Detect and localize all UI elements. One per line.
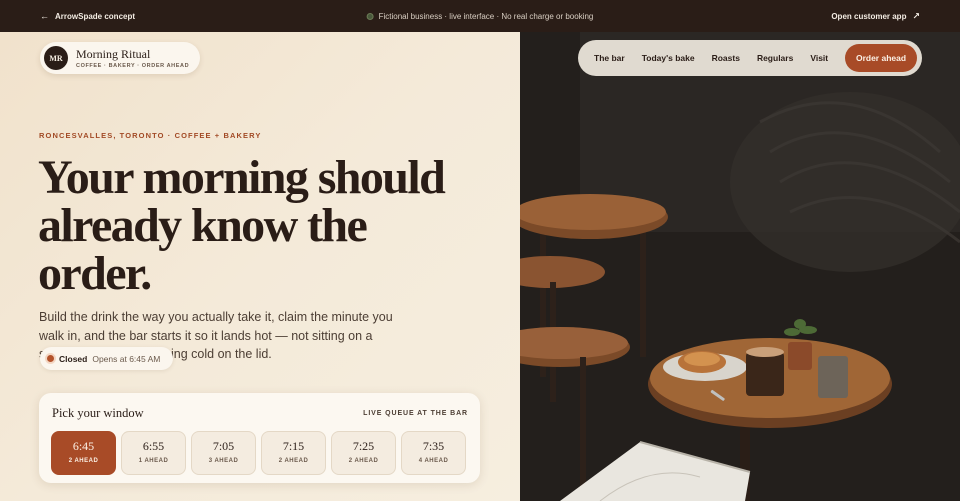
live-dot-icon xyxy=(366,12,374,20)
brand-logo[interactable]: MR Morning Ritual COFFEE · BAKERY · ORDE… xyxy=(40,42,200,74)
time-slot[interactable]: 6:55 1 AHEAD xyxy=(121,431,186,475)
slot-ahead: 1 AHEAD xyxy=(138,458,169,464)
live-queue-label: LIVE QUEUE AT THE BAR xyxy=(363,410,468,417)
nav-item-the-bar[interactable]: The bar xyxy=(594,53,625,63)
slot-time: 7:25 xyxy=(352,439,375,453)
slot-ahead: 2 AHEAD xyxy=(278,458,309,464)
open-app-label: Open customer app xyxy=(831,11,907,21)
open-status-badge: Closed Opens at 6:45 AM xyxy=(40,347,173,370)
nav-item-visit[interactable]: Visit xyxy=(810,53,828,63)
demo-notice-text: Fictional business · live interface · No… xyxy=(378,11,594,21)
slot-time: 7:15 xyxy=(282,439,305,453)
slot-time: 6:55 xyxy=(142,439,165,453)
brand-monogram: MR xyxy=(44,46,68,70)
time-slot[interactable]: 7:35 4 AHEAD xyxy=(401,431,466,475)
headline-line-2: already know the xyxy=(38,199,368,252)
headline-line-3: order. xyxy=(38,247,152,300)
status-opens: Opens at 6:45 AM xyxy=(92,353,161,364)
time-slot[interactable]: 7:25 2 AHEAD xyxy=(331,431,396,475)
time-slot[interactable]: 7:05 3 AHEAD xyxy=(191,431,256,475)
order-ahead-button[interactable]: Order ahead xyxy=(845,44,917,72)
cafe-photo-illustration xyxy=(520,32,960,501)
main-nav: The bar Today's bake Roasts Regulars Vis… xyxy=(578,40,922,76)
slot-ahead: 2 AHEAD xyxy=(68,458,99,464)
back-link-label: ArrowSpade concept xyxy=(55,11,136,21)
brand-name: Morning Ritual xyxy=(76,46,151,61)
nav-item-regulars[interactable]: Regulars xyxy=(757,53,793,63)
time-slot[interactable]: 7:15 2 AHEAD xyxy=(261,431,326,475)
slot-time: 7:35 xyxy=(422,439,445,453)
slot-ahead: 2 AHEAD xyxy=(348,458,379,464)
open-app-link[interactable]: Open customer app ↗ xyxy=(831,11,920,22)
headline-line-1: Your morning should xyxy=(38,151,446,204)
top-bar: ← ArrowSpade concept Fictional business … xyxy=(0,0,960,32)
brand-text: Morning Ritual COFFEE · BAKERY · ORDER A… xyxy=(76,48,189,69)
slot-time: 7:05 xyxy=(212,439,235,453)
pickup-title: Pick your window xyxy=(52,406,144,420)
time-slot[interactable]: 6:45 2 AHEAD xyxy=(51,431,116,475)
cafe-photo xyxy=(520,32,960,501)
slot-ahead: 3 AHEAD xyxy=(208,458,239,464)
nav-item-todays-bake[interactable]: Today's bake xyxy=(642,53,695,63)
back-link[interactable]: ← ArrowSpade concept xyxy=(40,11,135,21)
status-state: Closed xyxy=(59,353,88,364)
arrow-left-icon: ← xyxy=(40,11,49,21)
brand-tagline: COFFEE · BAKERY · ORDER AHEAD xyxy=(76,62,190,69)
hero-eyebrow: RONCESVALLES, TORONTO · COFFEE + BAKERY xyxy=(39,131,262,140)
slot-time: 6:45 xyxy=(72,439,95,453)
arrow-up-right-icon: ↗ xyxy=(912,10,920,21)
hero-headline: Your morning should already know the ord… xyxy=(38,154,498,298)
pickup-window-card: Pick your window LIVE QUEUE AT THE BAR 6… xyxy=(39,393,480,483)
time-slot-list: 6:45 2 AHEAD 6:55 1 AHEAD 7:05 3 AHEAD 7… xyxy=(51,431,466,475)
status-dot-icon xyxy=(47,355,54,362)
demo-notice: Fictional business · live interface · No… xyxy=(366,11,594,21)
slot-ahead: 4 AHEAD xyxy=(418,458,449,464)
nav-item-roasts[interactable]: Roasts xyxy=(712,53,740,63)
